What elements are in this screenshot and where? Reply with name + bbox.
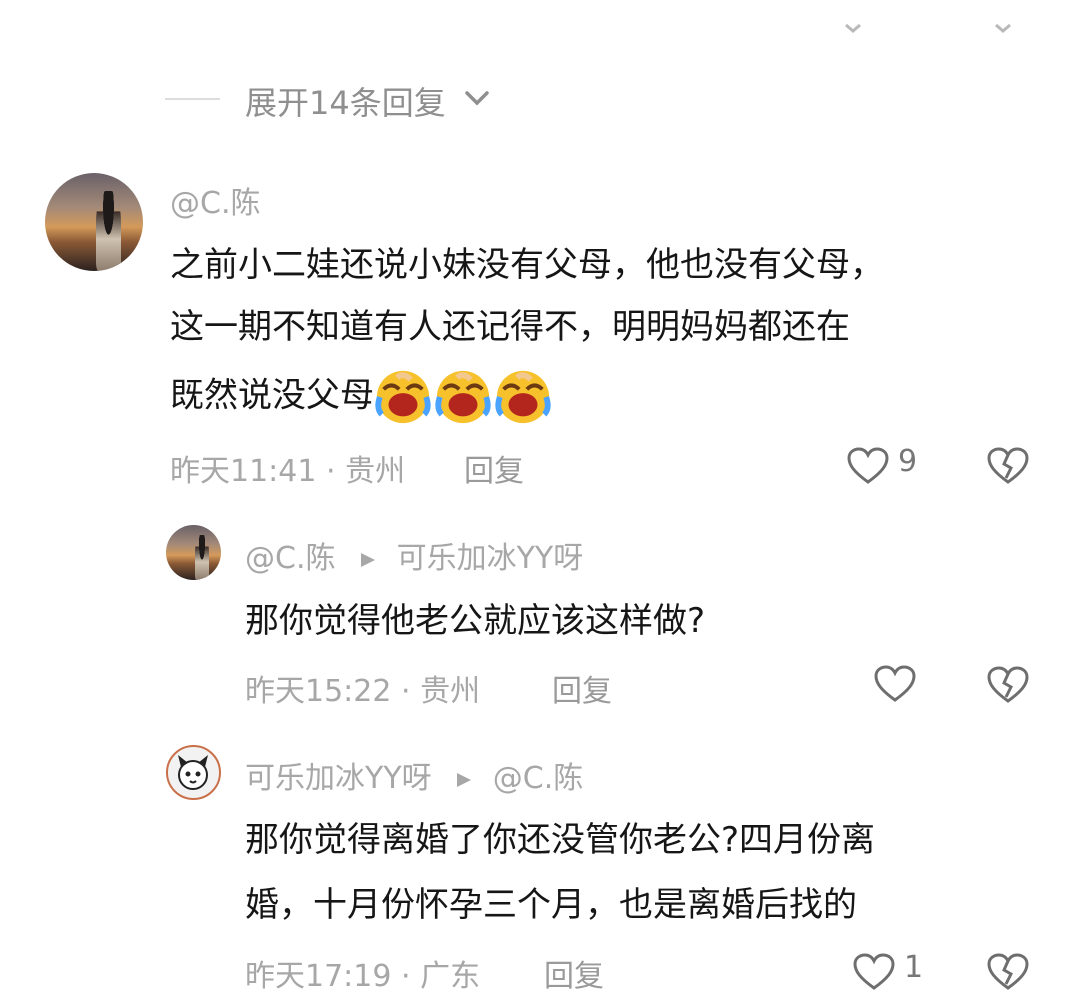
avatar[interactable]: [166, 745, 221, 800]
like-count: 1: [904, 950, 924, 985]
cat-avatar-icon: [178, 755, 208, 790]
reply-target[interactable]: 可乐加冰YY呀: [397, 541, 584, 576]
broken-heart-icon: [987, 666, 1029, 703]
divider: [165, 98, 220, 100]
separator-dot: ·: [326, 454, 346, 489]
like-button[interactable]: 9: [846, 444, 926, 488]
reply-author[interactable]: 可乐加冰YY呀: [245, 761, 432, 796]
chevron-down-icon: [845, 23, 861, 33]
laughing-crying-emoji-icon: [435, 370, 491, 424]
comment-meta: 昨天11:41 · 贵州: [170, 446, 405, 490]
reply-meta: 昨天15:22 · 贵州: [245, 666, 480, 710]
reply-text-line: 那你觉得离婚了你还没管你老公?四月份离: [245, 820, 876, 860]
broken-heart-icon: [987, 447, 1029, 484]
heart-outline-icon: [853, 953, 895, 990]
reply-meta: 昨天17:19 · 广东: [245, 951, 480, 995]
separator-dot: ·: [401, 674, 421, 709]
reply-time: 昨天15:22: [245, 674, 392, 709]
like-button[interactable]: 1: [852, 950, 932, 994]
like-count: 9: [898, 444, 918, 479]
laughing-crying-emoji-icon: [375, 370, 431, 424]
comment-text-line-last: 既然说没父母: [170, 368, 554, 426]
dislike-button[interactable]: [986, 665, 1030, 705]
comment-author[interactable]: @C.陈: [170, 178, 260, 222]
comment-location: 贵州: [345, 454, 406, 489]
chevron-down-icon: [995, 23, 1011, 33]
reply-header: @C.陈 可乐加冰YY呀: [245, 533, 583, 577]
comment-text-line: 既然说没父母: [170, 375, 374, 416]
comment-time: 昨天11:41: [170, 454, 317, 489]
play-triangle-icon: [457, 772, 472, 787]
expand-replies-button[interactable]: 展开14条回复: [165, 76, 505, 122]
broken-heart-icon: [987, 953, 1029, 990]
play-triangle-icon: [361, 552, 376, 567]
separator-dot: ·: [401, 959, 421, 994]
dislike-button[interactable]: [986, 952, 1030, 992]
reply-text-line: 婚，十月份怀孕三个月，也是离婚后找的: [245, 885, 857, 925]
comment-text-line: 之前小二娃还说小妹没有父母，他也没有父母，: [170, 245, 884, 285]
reply-target[interactable]: @C.陈: [493, 761, 583, 796]
reply-author[interactable]: @C.陈: [245, 541, 335, 576]
reply-button[interactable]: 回复: [544, 951, 604, 995]
like-button[interactable]: [873, 664, 917, 706]
heart-outline-icon: [847, 447, 889, 484]
comment-text-line: 这一期不知道有人还记得不，明明妈妈都还在: [170, 307, 850, 347]
reply-text-line: 那你觉得他老公就应该这样做?: [245, 601, 706, 641]
reply-location: 贵州: [420, 674, 481, 709]
laughing-crying-emoji-icon: [495, 370, 551, 424]
reply-button[interactable]: 回复: [464, 446, 524, 490]
reply-time: 昨天17:19: [245, 959, 392, 994]
reply-location: 广东: [420, 959, 481, 994]
dislike-button[interactable]: [986, 446, 1030, 486]
reply-button[interactable]: 回复: [552, 666, 612, 710]
expand-replies-label: 展开14条回复: [245, 84, 446, 122]
avatar[interactable]: [45, 173, 143, 271]
reply-header: 可乐加冰YY呀 @C.陈: [245, 753, 583, 797]
chevron-down-icon: [465, 91, 489, 106]
avatar[interactable]: [166, 525, 221, 580]
heart-outline-icon: [874, 665, 916, 702]
